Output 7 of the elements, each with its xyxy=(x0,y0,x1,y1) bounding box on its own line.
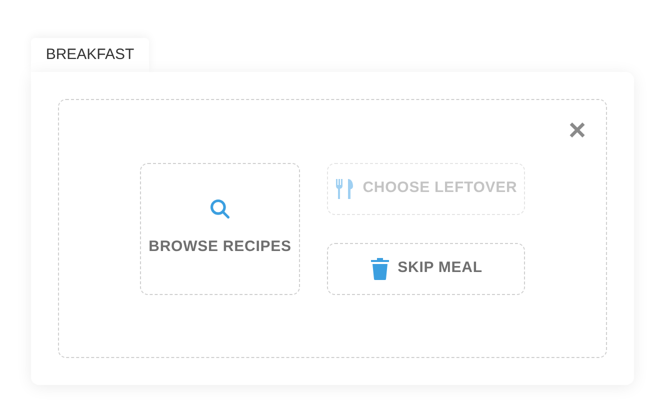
action-button[interactable]: SKIP MEAL xyxy=(327,242,525,294)
action-button[interactable]: BROWSE RECIPES xyxy=(140,162,300,294)
close-button[interactable]: × xyxy=(568,116,586,146)
fork-knife-icon xyxy=(334,178,355,200)
search-icon xyxy=(209,198,231,220)
tab[interactable]: BREAKFAST xyxy=(31,38,149,72)
trash-icon xyxy=(370,258,390,280)
